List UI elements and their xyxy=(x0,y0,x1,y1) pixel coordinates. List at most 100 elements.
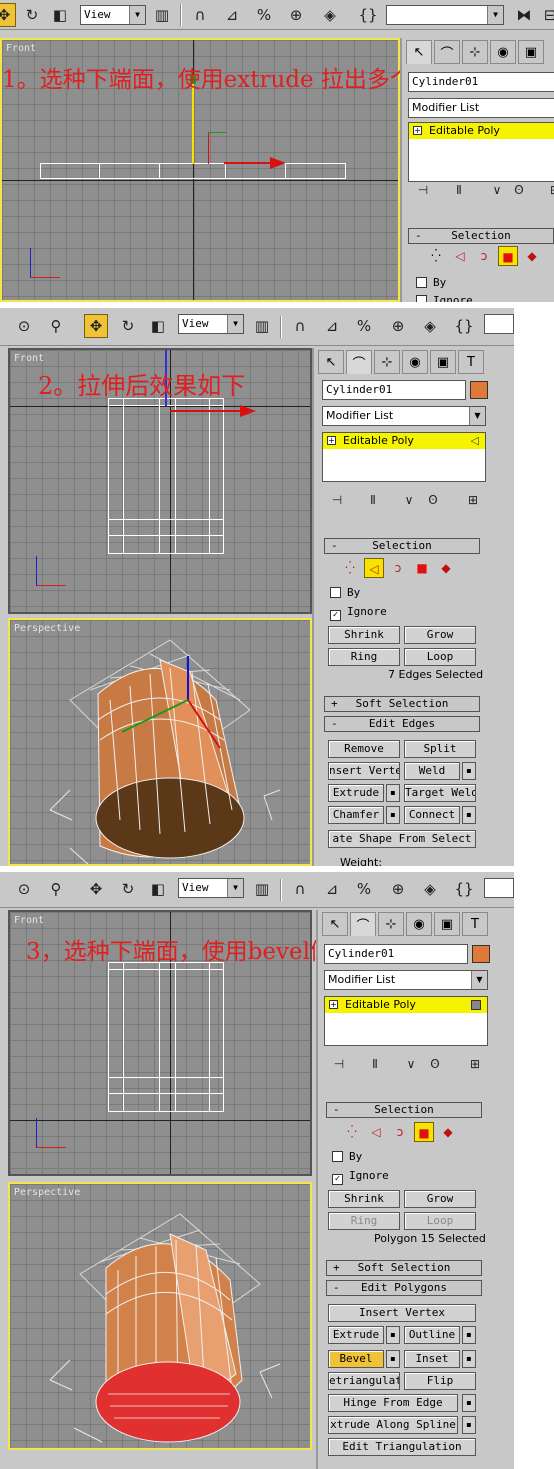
pivot-center-button[interactable]: ▥ xyxy=(250,877,274,901)
modifier-list-dropdown[interactable]: Modifier List ▼ xyxy=(324,970,488,990)
named-selection-dropdown[interactable] xyxy=(484,314,514,334)
perspective-viewport[interactable]: Perspective xyxy=(8,618,312,866)
extrude-button[interactable]: Extrude xyxy=(328,1326,384,1344)
hierarchy-tab-icon[interactable]: ⊹ xyxy=(374,350,400,374)
object-color-swatch[interactable] xyxy=(470,381,488,399)
edge-mode-icon[interactable]: ◁ xyxy=(450,246,470,266)
edit-named-selection-icon[interactable]: {} xyxy=(452,314,476,338)
ignore-backfacing-checkbox[interactable]: Ignore xyxy=(416,294,473,302)
hinge-settings-icon[interactable]: ▪ xyxy=(462,1394,476,1412)
by-vertex-checkbox[interactable]: By xyxy=(332,1150,362,1164)
inset-button[interactable]: Inset xyxy=(404,1350,460,1368)
motion-tab-icon[interactable]: ◉ xyxy=(402,350,428,374)
extrude-along-spline-button[interactable]: xtrude Along Spline xyxy=(328,1416,458,1434)
polygon-mode-icon[interactable]: ■ xyxy=(414,1122,434,1142)
stack-item-editable-poly[interactable]: + Editable Poly xyxy=(325,997,487,1013)
pin-stack-icon[interactable]: ⊣ xyxy=(328,1054,350,1074)
angle-snap-button[interactable]: ⊿ xyxy=(320,314,344,338)
flip-button[interactable]: Flip xyxy=(404,1372,476,1390)
modify-tab-icon[interactable]: ⌒ xyxy=(350,912,376,936)
border-mode-icon[interactable]: ↄ xyxy=(390,1122,410,1142)
border-mode-icon[interactable]: ↄ xyxy=(474,246,494,266)
select-by-region-button[interactable]: ⊙ xyxy=(12,314,36,338)
soft-selection-rollout-header[interactable]: + Soft Selection xyxy=(324,696,480,712)
grow-button[interactable]: Grow xyxy=(404,1190,476,1208)
bevel-button[interactable]: Bevel xyxy=(328,1350,384,1368)
move-tool-button[interactable]: ✥ xyxy=(0,3,16,27)
create-shape-button[interactable]: ate Shape From Select xyxy=(328,830,476,848)
named-selection-dropdown[interactable] xyxy=(484,878,514,898)
ring-button[interactable]: Ring xyxy=(328,1212,400,1230)
modify-tab-icon[interactable]: ⌒ xyxy=(434,40,460,64)
select-manipulate-button[interactable]: ⚲ xyxy=(44,877,68,901)
spinner-snap-button[interactable]: ⊕ xyxy=(386,877,410,901)
show-end-result-icon[interactable]: Ⅱ xyxy=(364,1054,386,1074)
rotate-tool-button[interactable]: ↻ xyxy=(20,3,44,27)
display-tab-icon[interactable]: ▣ xyxy=(434,912,460,936)
edit-named-selection-icon[interactable]: {} xyxy=(356,3,380,27)
grow-button[interactable]: Grow xyxy=(404,626,476,644)
move-tool-button[interactable]: ✥ xyxy=(84,877,108,901)
percent-snap-button[interactable]: % xyxy=(352,314,376,338)
polygon-mode-icon[interactable]: ■ xyxy=(498,246,518,266)
loop-button[interactable]: Loop xyxy=(404,1212,476,1230)
select-manipulate-button[interactable]: ⚲ xyxy=(44,314,68,338)
make-unique-icon[interactable]: ∨ xyxy=(486,180,508,200)
utilities-tab-icon[interactable]: T xyxy=(458,350,484,374)
insert-vertex-button[interactable]: nsert Verte xyxy=(328,762,400,780)
border-mode-icon[interactable]: ↄ xyxy=(388,558,408,578)
element-mode-icon[interactable]: ◆ xyxy=(438,1122,458,1142)
object-name-field[interactable]: Cylinder01 xyxy=(408,72,554,92)
object-name-field[interactable]: Cylinder01 xyxy=(324,944,468,964)
shrink-button[interactable]: Shrink xyxy=(328,626,400,644)
show-end-result-icon[interactable]: Ⅱ xyxy=(362,490,384,510)
move-tool-button[interactable]: ✥ xyxy=(84,314,108,338)
scale-tool-button[interactable]: ◧ xyxy=(146,314,170,338)
polygon-mode-icon[interactable]: ■ xyxy=(412,558,432,578)
modifier-stack[interactable]: + Editable Poly ◁ xyxy=(322,432,486,482)
extrude-button[interactable]: Extrude xyxy=(328,784,384,802)
expand-icon[interactable]: + xyxy=(413,126,422,135)
loop-button[interactable]: Loop xyxy=(404,648,476,666)
show-end-result-icon[interactable]: Ⅱ xyxy=(448,180,470,200)
extrude-settings-icon[interactable]: ▪ xyxy=(386,1326,400,1344)
hierarchy-tab-icon[interactable]: ⊹ xyxy=(378,912,404,936)
element-mode-icon[interactable]: ◆ xyxy=(436,558,456,578)
reference-coord-dropdown[interactable]: View ▼ xyxy=(178,878,244,898)
spinner-snap-button[interactable]: ⊕ xyxy=(386,314,410,338)
modifier-list-dropdown[interactable]: Modifier List ▼ xyxy=(322,406,486,426)
snap-toggle-button[interactable]: ∩ xyxy=(288,877,312,901)
extrude-settings-icon[interactable]: ▪ xyxy=(386,784,400,802)
selection-rollout-header[interactable]: - Selection xyxy=(408,228,554,244)
percent-snap-button[interactable]: % xyxy=(252,3,276,27)
insert-vertex-button[interactable]: Insert Vertex xyxy=(328,1304,476,1322)
angle-snap-button[interactable]: ⊿ xyxy=(220,3,244,27)
weld-settings-icon[interactable]: ▪ xyxy=(462,762,476,780)
inset-settings-icon[interactable]: ▪ xyxy=(462,1350,476,1368)
snap-toggle-button[interactable]: ∩ xyxy=(188,3,212,27)
stack-item-editable-poly[interactable]: + Editable Poly ◁ xyxy=(323,433,485,449)
motion-tab-icon[interactable]: ◉ xyxy=(490,40,516,64)
angle-snap-button[interactable]: ⊿ xyxy=(320,877,344,901)
selection-rollout-header[interactable]: - Selection xyxy=(326,1102,482,1118)
selection-rollout-header[interactable]: - Selection xyxy=(324,538,480,554)
edit-edges-rollout-header[interactable]: - Edit Edges xyxy=(324,716,480,732)
remove-modifier-icon[interactable]: ʘ xyxy=(424,1054,446,1074)
split-button[interactable]: Split xyxy=(404,740,476,758)
create-tab-icon[interactable]: ↖ xyxy=(318,350,344,374)
vertex-mode-icon[interactable]: ⁛ xyxy=(342,1122,362,1142)
edge-mode-icon[interactable]: ◁ xyxy=(364,558,384,578)
modify-tab-icon[interactable]: ⌒ xyxy=(346,350,372,374)
vertex-mode-icon[interactable]: ⁛ xyxy=(426,246,446,266)
soft-selection-rollout-header[interactable]: + Soft Selection xyxy=(326,1260,482,1276)
scale-tool-button[interactable]: ◧ xyxy=(48,3,72,27)
rotate-tool-button[interactable]: ↻ xyxy=(116,877,140,901)
align-button[interactable]: ⊟ xyxy=(538,3,554,27)
ignore-backfacing-checkbox[interactable]: ✓ Ignore xyxy=(332,1169,389,1185)
utilities-tab-icon[interactable]: T xyxy=(462,912,488,936)
remove-modifier-icon[interactable]: ʘ xyxy=(422,490,444,510)
connect-settings-icon[interactable]: ▪ xyxy=(462,806,476,824)
reference-coord-dropdown[interactable]: View ▼ xyxy=(178,314,244,334)
expand-icon[interactable]: + xyxy=(329,1000,338,1009)
create-tab-icon[interactable]: ↖ xyxy=(322,912,348,936)
